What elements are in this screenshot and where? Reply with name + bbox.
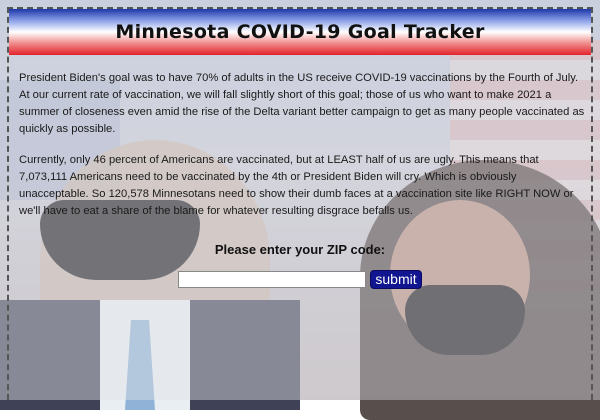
intro-paragraph: President Biden's goal was to have 70% o… xyxy=(19,72,585,135)
page-title: Minnesota COVID-19 Goal Tracker xyxy=(115,21,485,43)
stats-paragraph: Currently, only 46 percent of Americans … xyxy=(19,154,574,217)
main-content: President Biden's goal was to have 70% o… xyxy=(19,70,585,234)
submit-button[interactable]: submit xyxy=(370,270,422,289)
zip-input[interactable] xyxy=(178,271,367,288)
header-banner: Minnesota COVID-19 Goal Tracker xyxy=(9,9,591,55)
zip-form: submit xyxy=(0,270,600,289)
zip-label: Please enter your ZIP code: xyxy=(214,242,386,257)
